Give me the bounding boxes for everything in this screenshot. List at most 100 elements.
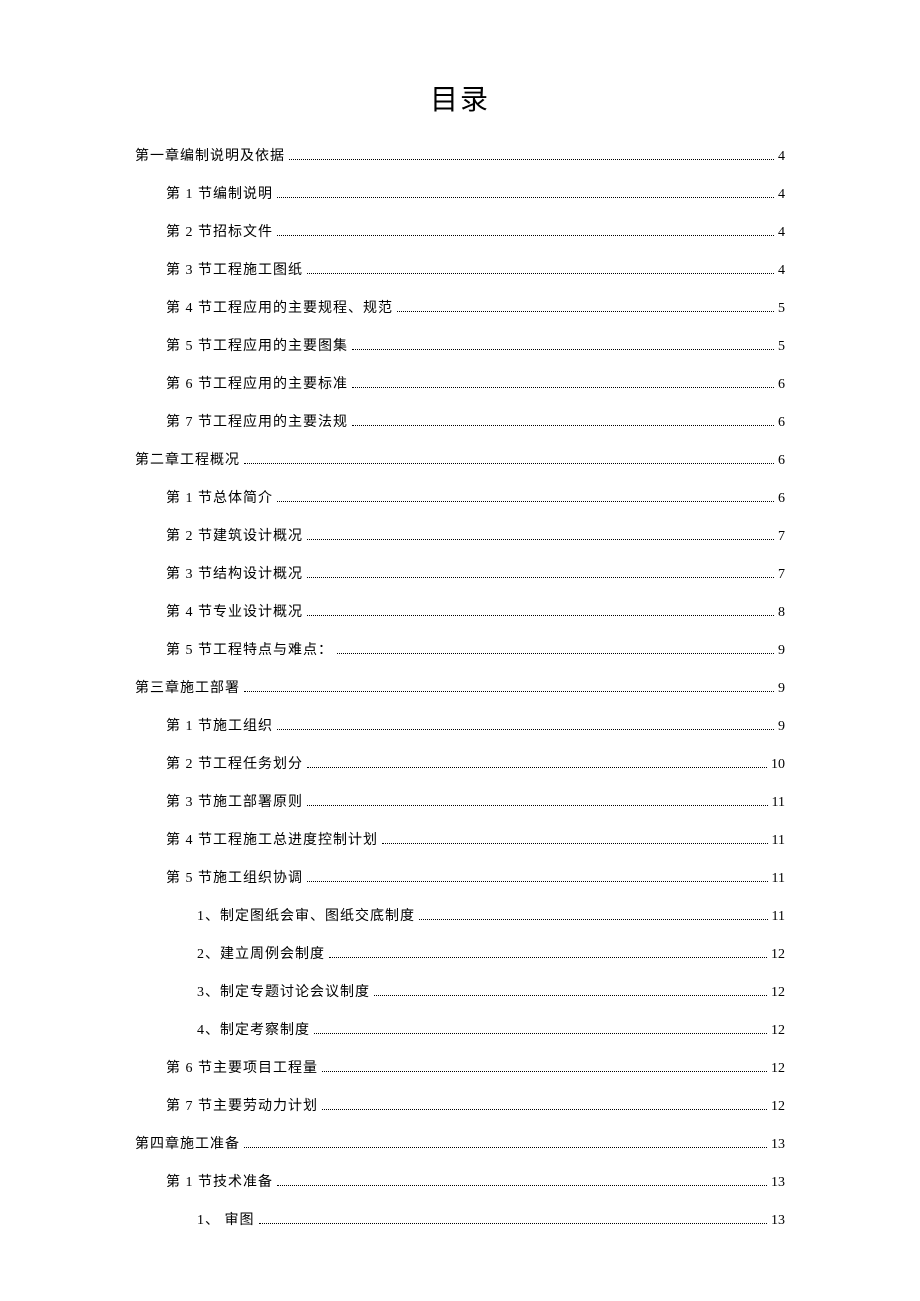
toc-entry: 第 5 节工程应用的主要图集 5 — [135, 336, 785, 357]
toc-leader-dots — [374, 995, 767, 996]
toc-entry-label: 第一章编制说明及依据 — [135, 146, 285, 167]
toc-entry: 第 3 节施工部署原则 11 — [135, 792, 785, 813]
toc-entry-page: 7 — [778, 526, 785, 547]
toc-entry-label: 2、建立周例会制度 — [197, 944, 325, 965]
toc-entry: 2、建立周例会制度 12 — [135, 944, 785, 965]
toc-entry: 第 1 节编制说明4 — [135, 184, 785, 205]
toc-entry: 第 2 节工程任务划分10 — [135, 754, 785, 775]
toc-entry-page: 6 — [778, 488, 785, 509]
toc-entry: 1、 审图 13 — [135, 1210, 785, 1231]
toc-entry: 第 7 节主要劳动力计划 12 — [135, 1096, 785, 1117]
toc-entry-label: 第 5 节工程应用的主要图集 — [166, 336, 348, 357]
toc-entry: 第 2 节建筑设计概况 7 — [135, 526, 785, 547]
toc-entry-label: 第四章施工准备 — [135, 1134, 240, 1155]
toc-entry-page: 4 — [778, 260, 785, 281]
toc-leader-dots — [307, 273, 774, 274]
toc-leader-dots — [307, 767, 767, 768]
toc-entry: 第 1 节总体简介 6 — [135, 488, 785, 509]
toc-leader-dots — [289, 159, 774, 160]
toc-entry-page: 12 — [771, 982, 785, 1003]
toc-entry: 第二章工程概况 6 — [135, 450, 785, 471]
toc-entry: 第 4 节工程施工总进度控制计划 11 — [135, 830, 785, 851]
toc-entry: 第四章施工准备 13 — [135, 1134, 785, 1155]
toc-entry: 第 1 节技术准备 13 — [135, 1172, 785, 1193]
toc-leader-dots — [277, 1185, 767, 1186]
toc-entry-page: 13 — [771, 1210, 785, 1231]
toc-entry-label: 第 2 节工程任务划分 — [166, 754, 303, 775]
toc-leader-dots — [259, 1223, 768, 1224]
toc-leader-dots — [244, 1147, 767, 1148]
toc-entry: 1、制定图纸会审、图纸交底制度 11 — [135, 906, 785, 927]
toc-entry-label: 第 3 节结构设计概况 — [166, 564, 303, 585]
toc-entry-label: 1、制定图纸会审、图纸交底制度 — [197, 906, 415, 927]
toc-entry-label: 1、 审图 — [197, 1210, 255, 1231]
toc-entry-page: 9 — [778, 640, 785, 661]
toc-leader-dots — [307, 539, 774, 540]
toc-leader-dots — [337, 653, 774, 654]
toc-leader-dots — [277, 235, 774, 236]
toc-leader-dots — [352, 425, 774, 426]
toc-entry-page: 11 — [772, 830, 785, 851]
toc-entry: 第三章施工部署 9 — [135, 678, 785, 699]
toc-entry-label: 第 7 节工程应用的主要法规 — [166, 412, 348, 433]
toc-entry-page: 12 — [771, 944, 785, 965]
document-title: 目录 — [135, 78, 785, 118]
toc-entry-page: 13 — [771, 1172, 785, 1193]
toc-entry-label: 第三章施工部署 — [135, 678, 240, 699]
toc-leader-dots — [307, 577, 774, 578]
toc-entry: 第 2 节招标文件 4 — [135, 222, 785, 243]
toc-leader-dots — [307, 881, 768, 882]
toc-entry: 第 4 节工程应用的主要规程、规范5 — [135, 298, 785, 319]
toc-entry-page: 11 — [772, 792, 785, 813]
toc-entry: 第 1 节施工组织9 — [135, 716, 785, 737]
toc-entry-label: 第 1 节技术准备 — [166, 1172, 273, 1193]
toc-entry-label: 第 5 节工程特点与难点： — [166, 640, 333, 661]
toc-leader-dots — [244, 691, 774, 692]
toc-entry: 第 4 节专业设计概况8 — [135, 602, 785, 623]
toc-entry-page: 4 — [778, 146, 785, 167]
toc-entry-label: 第 6 节工程应用的主要标准 — [166, 374, 348, 395]
toc-entry: 第 6 节工程应用的主要标准 6 — [135, 374, 785, 395]
toc-entry: 3、制定专题讨论会议制度 12 — [135, 982, 785, 1003]
toc-leader-dots — [277, 501, 774, 502]
toc-entry-page: 11 — [772, 906, 785, 927]
toc-entry: 第 5 节施工组织协调11 — [135, 868, 785, 889]
toc-leader-dots — [277, 197, 774, 198]
toc-entry-label: 第 7 节主要劳动力计划 — [166, 1096, 318, 1117]
toc-entry: 第 3 节工程施工图纸 4 — [135, 260, 785, 281]
toc-entry: 第 3 节结构设计概况 7 — [135, 564, 785, 585]
toc-entry-label: 第 1 节编制说明 — [166, 184, 273, 205]
toc-entry-label: 第 4 节工程施工总进度控制计划 — [166, 830, 378, 851]
toc-entry-page: 5 — [778, 336, 785, 357]
toc-entry-page: 7 — [778, 564, 785, 585]
toc-entry-page: 6 — [778, 374, 785, 395]
toc-entry-label: 第 1 节总体简介 — [166, 488, 273, 509]
toc-entry-page: 12 — [771, 1096, 785, 1117]
toc-entry-label: 第 2 节建筑设计概况 — [166, 526, 303, 547]
toc-entry: 第一章编制说明及依据 4 — [135, 146, 785, 167]
toc-leader-dots — [382, 843, 768, 844]
toc-entry-label: 第 4 节工程应用的主要规程、规范 — [166, 298, 393, 319]
toc-leader-dots — [307, 615, 774, 616]
toc-leader-dots — [352, 387, 774, 388]
toc-leader-dots — [314, 1033, 767, 1034]
toc-entry: 4、制定考察制度12 — [135, 1020, 785, 1041]
toc-entry-label: 第 1 节施工组织 — [166, 716, 273, 737]
toc-leader-dots — [322, 1071, 767, 1072]
toc-entry-label: 第 3 节工程施工图纸 — [166, 260, 303, 281]
toc-entry-label: 3、制定专题讨论会议制度 — [197, 982, 370, 1003]
toc-entry-label: 第 3 节施工部署原则 — [166, 792, 303, 813]
toc-entry-label: 4、制定考察制度 — [197, 1020, 310, 1041]
toc-entry-label: 第 2 节招标文件 — [166, 222, 273, 243]
toc-entry-page: 9 — [778, 678, 785, 699]
toc-leader-dots — [307, 805, 768, 806]
toc-entry-label: 第二章工程概况 — [135, 450, 240, 471]
toc-leader-dots — [352, 349, 774, 350]
toc-entry-page: 4 — [778, 222, 785, 243]
toc-entry: 第 6 节主要项目工程量12 — [135, 1058, 785, 1079]
toc-leader-dots — [329, 957, 767, 958]
toc-entry-label: 第 5 节施工组织协调 — [166, 868, 303, 889]
toc-leader-dots — [419, 919, 768, 920]
toc-entry-page: 6 — [778, 450, 785, 471]
toc-entry-page: 13 — [771, 1134, 785, 1155]
